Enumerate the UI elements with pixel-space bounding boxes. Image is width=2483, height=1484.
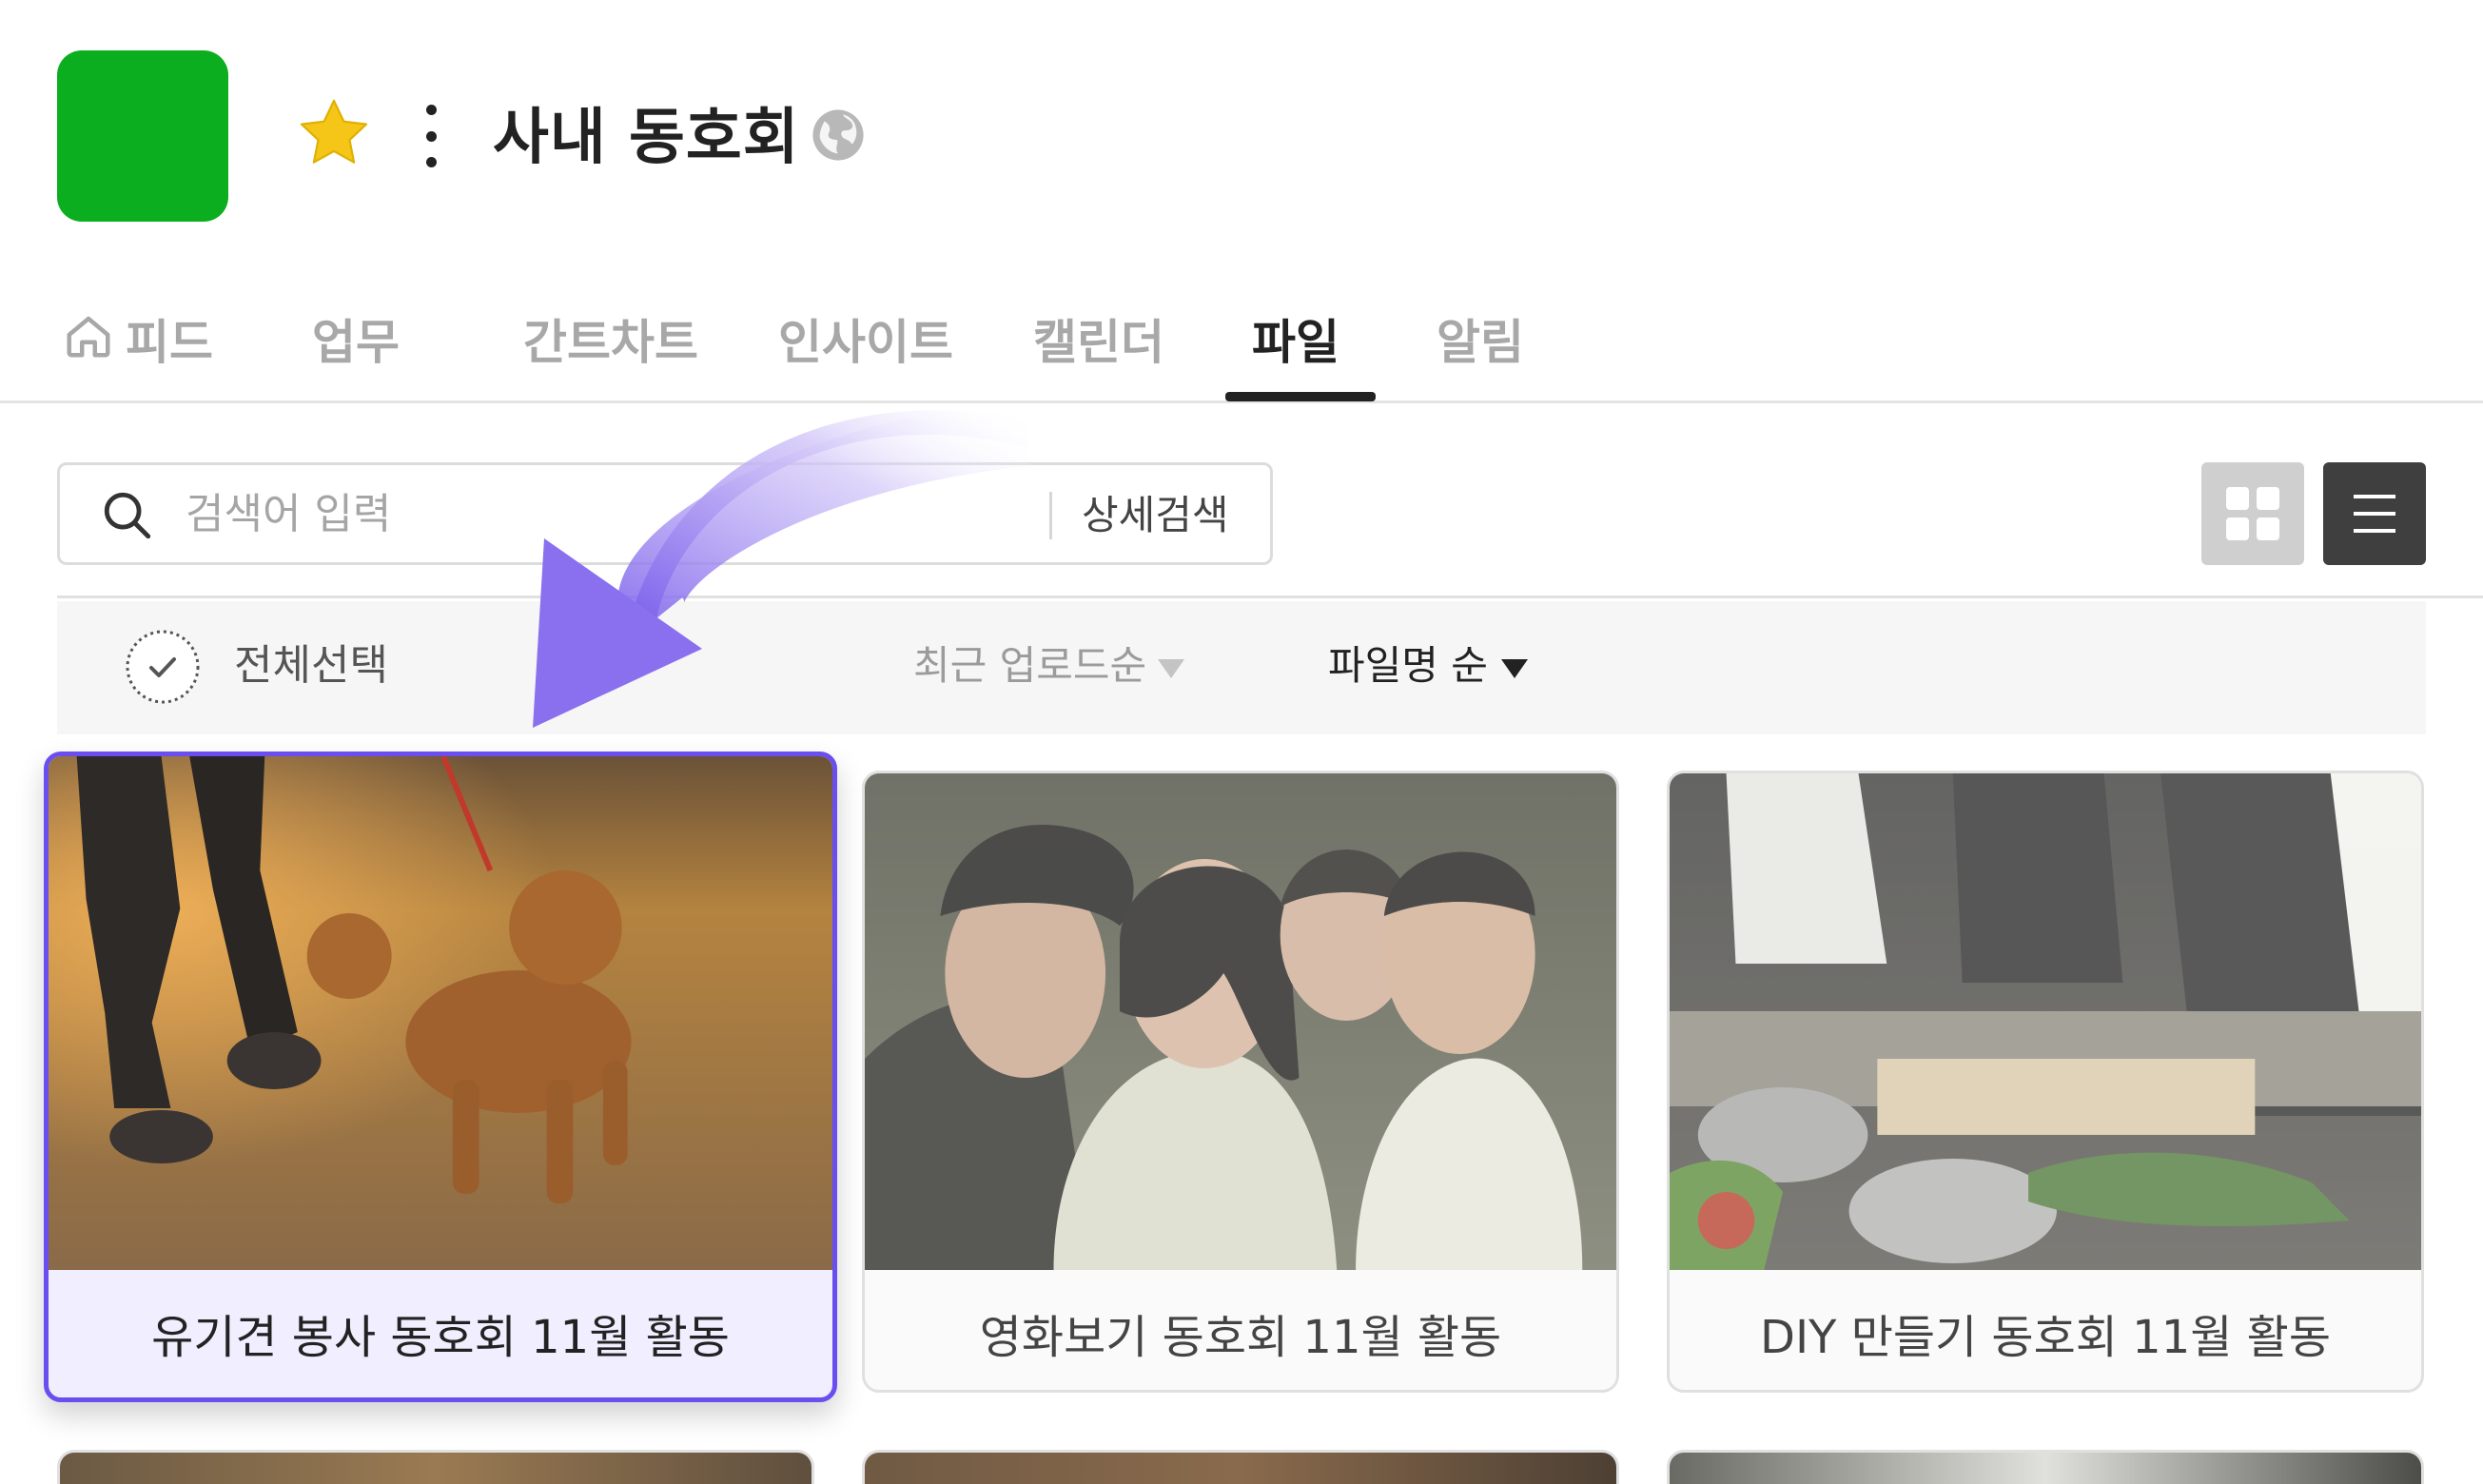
page-title: 사내 동호회 <box>493 103 800 173</box>
file-thumbnail-dog-walk <box>49 756 832 1270</box>
file-thumbnail-partial <box>865 1453 1616 1484</box>
tab-label: 캘린더 <box>1033 315 1164 370</box>
sort-name-label: 파일명 순 <box>1328 642 1488 689</box>
file-name: DIY 만들기 동호회 11월 활동 <box>1760 1311 2331 1364</box>
tab-label: 알림 <box>1437 315 1524 370</box>
file-card[interactable]: DIY 만들기 동호회 11월 활동 <box>1667 771 2424 1393</box>
sort-name-dropdown[interactable]: 파일명 순 <box>1328 637 1528 694</box>
sort-recent-label: 최근 업로드순 <box>913 642 1147 689</box>
tab-label: 업무 <box>312 315 400 370</box>
tab-insight[interactable]: 인사이트 <box>778 304 953 403</box>
search-icon <box>104 492 151 539</box>
file-name: 유기견 봉사 동호회 11월 활동 <box>151 1311 730 1364</box>
file-card[interactable]: 유기견 봉사 동호회 11월 활동 <box>44 752 837 1402</box>
file-thumbnail-friends <box>865 773 1616 1270</box>
file-thumbnail-partial <box>1670 1453 2421 1484</box>
search-input[interactable] <box>186 482 1042 545</box>
tab-label: 파일 <box>1252 315 1339 370</box>
caret-down-icon <box>1158 659 1185 678</box>
tab-notifications[interactable]: 알림 <box>1437 304 1524 403</box>
file-card-partial[interactable] <box>57 1450 814 1484</box>
list-view-button[interactable] <box>2323 462 2426 565</box>
filter-bar: 전체선택 최근 업로드순 파일명 순 <box>57 601 2426 734</box>
file-thumbnail-partial <box>60 1453 811 1484</box>
file-name: 영화보기 동호회 11월 활동 <box>979 1311 1502 1364</box>
tab-bar: 피드 업무 간트차트 인사이트 캘린더 파일 알림 <box>0 285 2483 403</box>
file-thumbnail-cooking <box>1670 773 2421 1270</box>
home-icon <box>67 316 110 358</box>
tab-label: 인사이트 <box>778 315 953 370</box>
tab-calendar[interactable]: 캘린더 <box>1033 304 1164 403</box>
tab-gantt[interactable]: 간트차트 <box>523 304 698 403</box>
grid-view-button[interactable] <box>2201 462 2304 565</box>
search-divider <box>1049 492 1052 539</box>
tab-label: 간트차트 <box>523 315 698 370</box>
more-menu-icon[interactable] <box>419 105 443 167</box>
file-card-partial[interactable] <box>862 1450 1619 1484</box>
file-card-partial[interactable] <box>1667 1450 2424 1484</box>
search-bar: 상세검색 <box>57 462 1273 565</box>
globe-icon <box>812 109 864 161</box>
active-tab-indicator <box>1225 392 1376 401</box>
grid-icon <box>2226 487 2279 540</box>
advanced-search-button[interactable]: 상세검색 <box>1082 488 1229 543</box>
sort-recent-dropdown[interactable]: 최근 업로드순 <box>913 637 1185 694</box>
select-all-check-icon[interactable] <box>124 628 202 706</box>
star-icon[interactable] <box>293 93 375 175</box>
tab-tasks[interactable]: 업무 <box>312 304 400 403</box>
list-icon <box>2354 495 2395 533</box>
tab-feed[interactable]: 피드 <box>63 304 213 403</box>
tab-label: 피드 <box>126 315 213 370</box>
select-all-label[interactable]: 전체선택 <box>234 637 388 694</box>
file-card[interactable]: 영화보기 동호회 11월 활동 <box>862 771 1619 1393</box>
divider <box>57 596 2483 598</box>
tab-files[interactable]: 파일 <box>1252 304 1339 403</box>
caret-down-icon <box>1500 659 1528 678</box>
project-logo <box>57 50 228 222</box>
